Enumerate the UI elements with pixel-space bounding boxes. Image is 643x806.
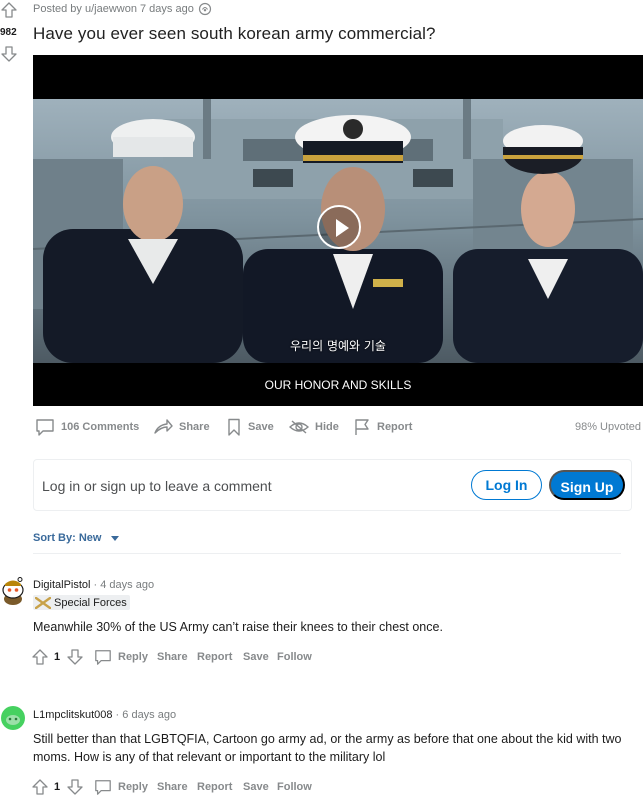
bookmark-icon bbox=[228, 418, 240, 436]
report-button[interactable]: Report bbox=[353, 417, 412, 437]
comment-timestamp[interactable]: · 6 days ago bbox=[113, 709, 177, 721]
comment-follow-button[interactable]: Follow bbox=[277, 777, 312, 797]
sort-dropdown[interactable]: Sort By: New bbox=[33, 532, 120, 544]
share-button[interactable]: Share bbox=[153, 417, 210, 437]
snoo-avatar[interactable] bbox=[0, 577, 26, 605]
comment-upvote-icon[interactable] bbox=[31, 777, 49, 797]
comment-body: Still better than that LGBTQFIA, Cartoon… bbox=[33, 732, 622, 764]
hide-eye-icon bbox=[289, 420, 309, 434]
award-icon[interactable] bbox=[198, 2, 212, 16]
signup-button[interactable]: Sign Up bbox=[549, 470, 625, 500]
comments-divider bbox=[33, 553, 621, 554]
reply-label: Reply bbox=[118, 781, 148, 793]
hide-label: Hide bbox=[315, 421, 339, 433]
comment-author[interactable]: DigitalPistol bbox=[33, 579, 90, 591]
comment-vote-count: 1 bbox=[54, 651, 61, 663]
comment-upvote-icon[interactable] bbox=[31, 647, 49, 667]
video-player[interactable]: 우리의 명예와 기술 OUR HONOR AND SKILLS bbox=[33, 55, 643, 406]
save-button[interactable]: Save bbox=[226, 417, 274, 437]
comment-icon bbox=[36, 419, 54, 436]
upvote-percentage: 98% Upvoted bbox=[574, 421, 641, 433]
reply-icon bbox=[95, 780, 111, 795]
comment-author-line: L1mpclitskut008 · 6 days ago bbox=[33, 709, 176, 721]
video-subtitle-english: OUR HONOR AND SKILLS bbox=[264, 378, 412, 392]
flair-text: Special Forces bbox=[54, 596, 127, 609]
save-label: Save bbox=[248, 421, 274, 433]
comment-downvote-icon[interactable] bbox=[66, 777, 84, 797]
comment-vote-count: 1 bbox=[54, 781, 61, 793]
comment-share-button[interactable]: Share bbox=[157, 647, 188, 667]
comment-downvote-icon[interactable] bbox=[66, 647, 84, 667]
user-flair: Special Forces bbox=[33, 595, 130, 610]
comment-body: Meanwhile 30% of the US Army can’t raise… bbox=[33, 620, 443, 634]
hide-button[interactable]: Hide bbox=[289, 417, 339, 437]
comments-count-label: 106 Comments bbox=[61, 421, 140, 433]
login-button[interactable]: Log In bbox=[471, 470, 542, 500]
play-button[interactable] bbox=[317, 205, 361, 249]
post-meta-text: Posted by u/jaewwon 7 days ago bbox=[33, 3, 194, 15]
comment-share-button[interactable]: Share bbox=[157, 777, 188, 797]
post-action-bar: 106 Comments Share Save Hide Report 98% … bbox=[35, 417, 643, 437]
caret-down-icon bbox=[111, 536, 120, 541]
reply-label: Reply bbox=[118, 651, 148, 663]
post-vote-count: 982 bbox=[0, 27, 17, 38]
comment-login-prompt: Log in or sign up to leave a comment bbox=[42, 478, 272, 494]
comment-author-line: DigitalPistol · 4 days ago bbox=[33, 579, 154, 591]
upvote-icon[interactable] bbox=[0, 1, 18, 19]
reply-icon bbox=[95, 650, 111, 665]
post-title[interactable]: Have you ever seen south korean army com… bbox=[33, 24, 436, 44]
comment-save-button[interactable]: Save bbox=[243, 777, 269, 797]
comment-timestamp[interactable]: · 4 days ago bbox=[90, 579, 155, 591]
reply-button[interactable]: Reply bbox=[94, 647, 148, 667]
flag-icon bbox=[355, 419, 369, 435]
comment-follow-button[interactable]: Follow bbox=[277, 647, 312, 667]
sort-label: Sort By: New bbox=[33, 532, 102, 544]
comment-report-button[interactable]: Report bbox=[197, 647, 232, 667]
share-icon bbox=[154, 419, 173, 434]
report-label: Report bbox=[377, 421, 413, 433]
post-meta: Posted by u/jaewwon 7 days ago bbox=[33, 2, 212, 16]
video-subtitle-korean: 우리의 명예와 기술 bbox=[290, 339, 386, 353]
reply-button[interactable]: Reply bbox=[94, 777, 148, 797]
share-label: Share bbox=[179, 421, 210, 433]
snoo-avatar[interactable] bbox=[0, 704, 26, 732]
comment-save-button[interactable]: Save bbox=[243, 647, 269, 667]
crossed-arrows-icon bbox=[35, 596, 51, 609]
comments-button[interactable]: 106 Comments bbox=[35, 417, 139, 437]
comment-login-box: Log in or sign up to leave a comment Log… bbox=[33, 459, 632, 511]
downvote-icon[interactable] bbox=[0, 45, 18, 63]
comment-author[interactable]: L1mpclitskut008 bbox=[33, 709, 113, 721]
comment-report-button[interactable]: Report bbox=[197, 777, 232, 797]
